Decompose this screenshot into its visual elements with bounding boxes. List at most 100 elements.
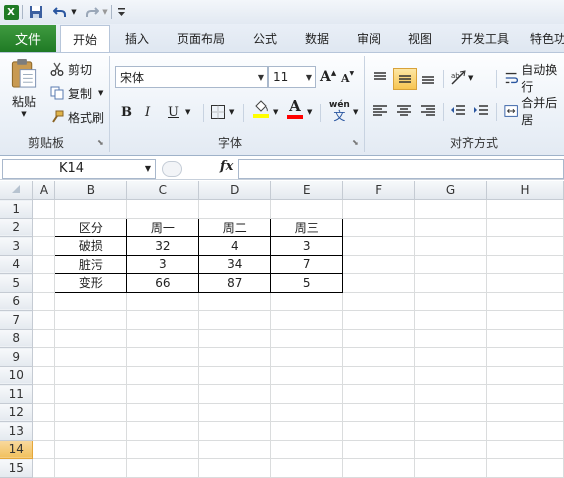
cell[interactable] xyxy=(32,458,56,478)
cell[interactable] xyxy=(414,347,488,367)
cell[interactable] xyxy=(126,440,200,459)
cell[interactable] xyxy=(486,347,564,367)
font-launcher-icon[interactable]: ⬊ xyxy=(352,138,359,147)
tab-data[interactable]: 数据 xyxy=(297,25,337,52)
underline-dropdown-icon[interactable]: ▼ xyxy=(185,108,190,116)
font-size-select[interactable]: 11 ▼ xyxy=(268,66,316,88)
cell[interactable] xyxy=(126,292,200,311)
cell[interactable] xyxy=(54,421,128,441)
table-cell[interactable]: 5 xyxy=(270,273,344,293)
tab-home[interactable]: 开始 xyxy=(60,25,110,52)
cell[interactable] xyxy=(414,458,488,478)
name-box[interactable]: K14 ▼ xyxy=(2,159,156,179)
cell[interactable] xyxy=(414,218,488,237)
cell[interactable] xyxy=(342,384,416,404)
cell[interactable] xyxy=(486,384,564,404)
cell[interactable] xyxy=(270,199,344,219)
paste-dropdown-icon[interactable]: ▼ xyxy=(21,110,26,118)
cell[interactable] xyxy=(486,421,564,441)
align-left-button[interactable] xyxy=(372,101,392,121)
align-top-button[interactable] xyxy=(372,68,392,88)
italic-button[interactable]: I xyxy=(145,102,159,122)
cell[interactable] xyxy=(198,403,272,422)
cell[interactable] xyxy=(270,329,344,348)
table-cell[interactable]: 34 xyxy=(198,254,272,274)
cell[interactable] xyxy=(342,236,416,256)
merge-center-button[interactable]: 合并后居 xyxy=(504,96,564,127)
cell[interactable] xyxy=(126,199,200,219)
cell[interactable] xyxy=(54,329,128,348)
cell[interactable] xyxy=(414,421,488,441)
table-cell[interactable]: 区分 xyxy=(54,217,128,237)
tab-formulas[interactable]: 公式 xyxy=(245,25,285,52)
cell[interactable] xyxy=(32,421,56,441)
cell[interactable] xyxy=(54,440,128,459)
cell[interactable] xyxy=(54,310,128,330)
cell[interactable] xyxy=(126,310,200,330)
cell[interactable] xyxy=(54,347,128,367)
table-cell[interactable]: 周二 xyxy=(198,217,272,237)
row-header[interactable]: 14 xyxy=(0,440,34,459)
row-header[interactable]: 3 xyxy=(0,236,34,256)
cell[interactable] xyxy=(270,347,344,367)
cell[interactable] xyxy=(198,292,272,311)
clipboard-launcher-icon[interactable]: ⬊ xyxy=(97,138,104,147)
tab-page-layout[interactable]: 页面布局 xyxy=(168,25,234,52)
font-color-dropdown-icon[interactable]: ▼ xyxy=(307,108,312,116)
cell[interactable] xyxy=(486,310,564,330)
wrap-text-button[interactable]: 自动换行 xyxy=(504,63,564,94)
column-header-e[interactable]: E xyxy=(270,181,344,200)
cell[interactable] xyxy=(32,218,56,237)
table-cell[interactable]: 周一 xyxy=(126,217,200,237)
bold-button[interactable]: B xyxy=(121,102,137,122)
cell[interactable] xyxy=(342,458,416,478)
cell[interactable] xyxy=(342,273,416,293)
cell[interactable] xyxy=(32,236,56,256)
cell[interactable] xyxy=(32,310,56,330)
table-cell[interactable]: 周三 xyxy=(270,217,344,237)
cell[interactable] xyxy=(486,329,564,348)
cell[interactable] xyxy=(198,199,272,219)
copy-button[interactable]: 复制 ▼ xyxy=(50,84,103,102)
tab-file[interactable]: 文件 xyxy=(0,25,56,52)
row-header[interactable]: 11 xyxy=(0,384,34,404)
cell[interactable] xyxy=(342,310,416,330)
cell[interactable] xyxy=(414,255,488,274)
cell[interactable] xyxy=(198,440,272,459)
customize-qat-button[interactable] xyxy=(116,3,126,21)
cell[interactable] xyxy=(126,403,200,422)
cell[interactable] xyxy=(486,458,564,478)
row-header[interactable]: 7 xyxy=(0,310,34,330)
phonetic-guide-button[interactable]: wén 文 xyxy=(329,100,350,124)
cell[interactable] xyxy=(342,403,416,422)
row-header[interactable]: 9 xyxy=(0,347,34,367)
table-cell[interactable]: 3 xyxy=(126,254,200,274)
cell[interactable] xyxy=(270,366,344,385)
cell[interactable] xyxy=(126,329,200,348)
formula-input[interactable] xyxy=(238,159,564,179)
cell[interactable] xyxy=(342,440,416,459)
copy-dropdown-icon[interactable]: ▼ xyxy=(98,89,103,97)
cell[interactable] xyxy=(32,403,56,422)
column-header-b[interactable]: B xyxy=(54,181,128,200)
cell[interactable] xyxy=(342,347,416,367)
cell[interactable] xyxy=(32,384,56,404)
column-header-a[interactable]: A xyxy=(32,181,56,200)
cell[interactable] xyxy=(270,421,344,441)
spreadsheet[interactable]: A B C D E F G H 1 2 区分 周一 周二 周三 3 破损 32 4 3 4 脏污 3 34 7… xyxy=(0,181,564,478)
cell[interactable] xyxy=(486,273,564,293)
fill-color-button[interactable] xyxy=(252,100,270,122)
row-header[interactable]: 8 xyxy=(0,329,34,348)
cell[interactable] xyxy=(414,329,488,348)
cell[interactable] xyxy=(486,292,564,311)
cell[interactable] xyxy=(414,273,488,293)
cell[interactable] xyxy=(486,366,564,385)
cell[interactable] xyxy=(126,384,200,404)
undo-dropdown-icon[interactable]: ▼ xyxy=(70,3,78,21)
cell[interactable] xyxy=(198,329,272,348)
cell[interactable] xyxy=(126,458,200,478)
column-header-f[interactable]: F xyxy=(342,181,416,200)
cell[interactable] xyxy=(126,421,200,441)
tab-insert[interactable]: 插入 xyxy=(112,25,162,52)
cell[interactable] xyxy=(414,292,488,311)
